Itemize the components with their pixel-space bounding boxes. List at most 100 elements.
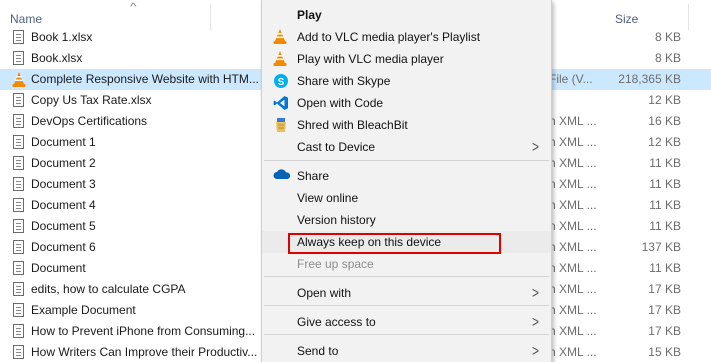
menu-item-send-to[interactable]: Send to > [262, 340, 551, 362]
document-icon [13, 135, 24, 149]
vlc-icon [273, 29, 289, 45]
file-name: Document 3 [31, 177, 96, 191]
document-icon [13, 51, 24, 65]
file-type: n XML ... [549, 135, 597, 149]
vlc-icon [273, 51, 289, 67]
menu-item-label: Open with [297, 286, 352, 300]
file-type: n XML ... [549, 261, 597, 275]
file-name: DevOps Certifications [31, 114, 148, 128]
document-icon [13, 114, 24, 128]
document-icon [13, 93, 24, 107]
document-icon [13, 324, 24, 338]
menu-item-label: Free up space [297, 257, 374, 271]
context-menu: Play Add to VLC media player's Playlist Pl… [261, 0, 552, 362]
vlc-icon [12, 72, 26, 87]
file-name: Book.xlsx [31, 51, 83, 65]
menu-item-play[interactable]: Play [262, 4, 551, 26]
document-icon [13, 303, 24, 317]
document-icon [13, 282, 24, 296]
file-type: n XML ... [549, 177, 597, 191]
document-icon [13, 345, 24, 359]
menu-item-label: Share [297, 169, 330, 183]
file-size: 8 KB [654, 51, 681, 65]
menu-item-cast-to-device[interactable]: Cast to Device > [262, 136, 551, 158]
annotation-highlight-box [288, 233, 501, 254]
file-size: 12 KB [648, 135, 681, 149]
file-size: 11 KB [649, 177, 681, 191]
file-size: 11 KB [649, 156, 681, 170]
document-icon [13, 261, 24, 275]
menu-item-free-up-space: Free up space [262, 253, 551, 275]
menu-item-label: Play with VLC media player [297, 52, 444, 66]
file-type: n XML ... [549, 345, 597, 359]
menu-item-label: Play [297, 8, 322, 22]
file-type: n XML ... [549, 156, 597, 170]
menu-item-open-with[interactable]: Open with > [262, 282, 551, 304]
file-size: 15 KB [648, 345, 681, 359]
menu-separator [264, 276, 549, 277]
file-type: n XML ... [549, 324, 597, 338]
menu-item-label: Cast to Device [297, 140, 376, 154]
file-name: How to Prevent iPhone from Consuming... [31, 324, 256, 338]
file-name: Example Document [31, 303, 136, 317]
menu-item-give-access-to[interactable]: Give access to > [262, 311, 551, 333]
file-name: Copy Us Tax Rate.xlsx [31, 93, 152, 107]
file-type: n XML ... [549, 114, 597, 128]
document-icon [13, 177, 24, 191]
menu-item-play-with-vlc-media-player[interactable]: Play with VLC media player [262, 48, 551, 70]
file-type: n XML ... [549, 219, 597, 233]
file-name: Document 5 [31, 219, 96, 233]
name-column-header[interactable]: Name [10, 12, 42, 26]
chevron-right-icon: > [532, 137, 540, 157]
menu-item-label: Version history [297, 213, 376, 227]
menu-item-label: Send to [297, 344, 339, 358]
chevron-right-icon: > [532, 341, 540, 361]
sort-ascending-icon: ^ [130, 2, 137, 13]
menu-item-share[interactable]: Share [262, 165, 551, 187]
file-type: n XML ... [549, 303, 597, 317]
menu-separator [264, 334, 549, 335]
menu-item-share-with-skype[interactable]: S Share with Skype [262, 70, 551, 92]
file-name: How Writers Can Improve their Productiv.… [31, 345, 258, 359]
menu-item-label: Open with Code [297, 96, 384, 110]
file-name: Document 2 [31, 156, 96, 170]
file-size: 12 KB [648, 93, 681, 107]
file-name: Document 4 [31, 198, 96, 212]
menu-separator [264, 305, 549, 306]
svg-text:S: S [278, 77, 285, 88]
menu-separator [264, 160, 549, 161]
file-name: Document 6 [31, 240, 96, 254]
file-name: Document 1 [31, 135, 96, 149]
menu-item-shred-with-bleachbit[interactable]: Shred with BleachBit [262, 114, 551, 136]
chevron-right-icon: > [532, 283, 540, 303]
menu-item-label: Share with Skype [297, 74, 391, 88]
file-type: File (V... [549, 72, 593, 86]
menu-item-add-to-vlc-media-player-s-playlist[interactable]: Add to VLC media player's Playlist [262, 26, 551, 48]
file-size: 11 KB [649, 198, 681, 212]
file-name: Complete Responsive Website with HTM... [31, 72, 259, 86]
file-name: Book 1.xlsx [31, 30, 93, 44]
vscode-icon [273, 95, 289, 111]
menu-item-open-with-code[interactable]: Open with Code [262, 92, 551, 114]
file-size: 17 KB [648, 282, 681, 296]
file-name: edits, how to calculate CGPA [31, 282, 186, 296]
onedrive-icon [273, 168, 291, 184]
file-size: 17 KB [648, 324, 681, 338]
file-size: 218,365 KB [618, 72, 681, 86]
bleachbit-icon [273, 117, 289, 133]
menu-item-label: View online [297, 191, 359, 205]
file-name: Document [31, 261, 86, 275]
size-column-header[interactable]: Size [615, 12, 638, 26]
chevron-right-icon: > [532, 312, 540, 332]
file-size: 16 KB [648, 114, 681, 128]
document-icon [13, 198, 24, 212]
file-size: 137 KB [641, 240, 681, 254]
menu-item-view-online[interactable]: View online [262, 187, 551, 209]
menu-item-version-history[interactable]: Version history [262, 209, 551, 231]
document-icon [13, 219, 24, 233]
menu-item-label: Add to VLC media player's Playlist [297, 30, 481, 44]
file-type: n XML ... [549, 198, 597, 212]
file-size: 11 KB [649, 261, 681, 275]
document-icon [13, 240, 24, 254]
menu-item-label: Give access to [297, 315, 376, 329]
